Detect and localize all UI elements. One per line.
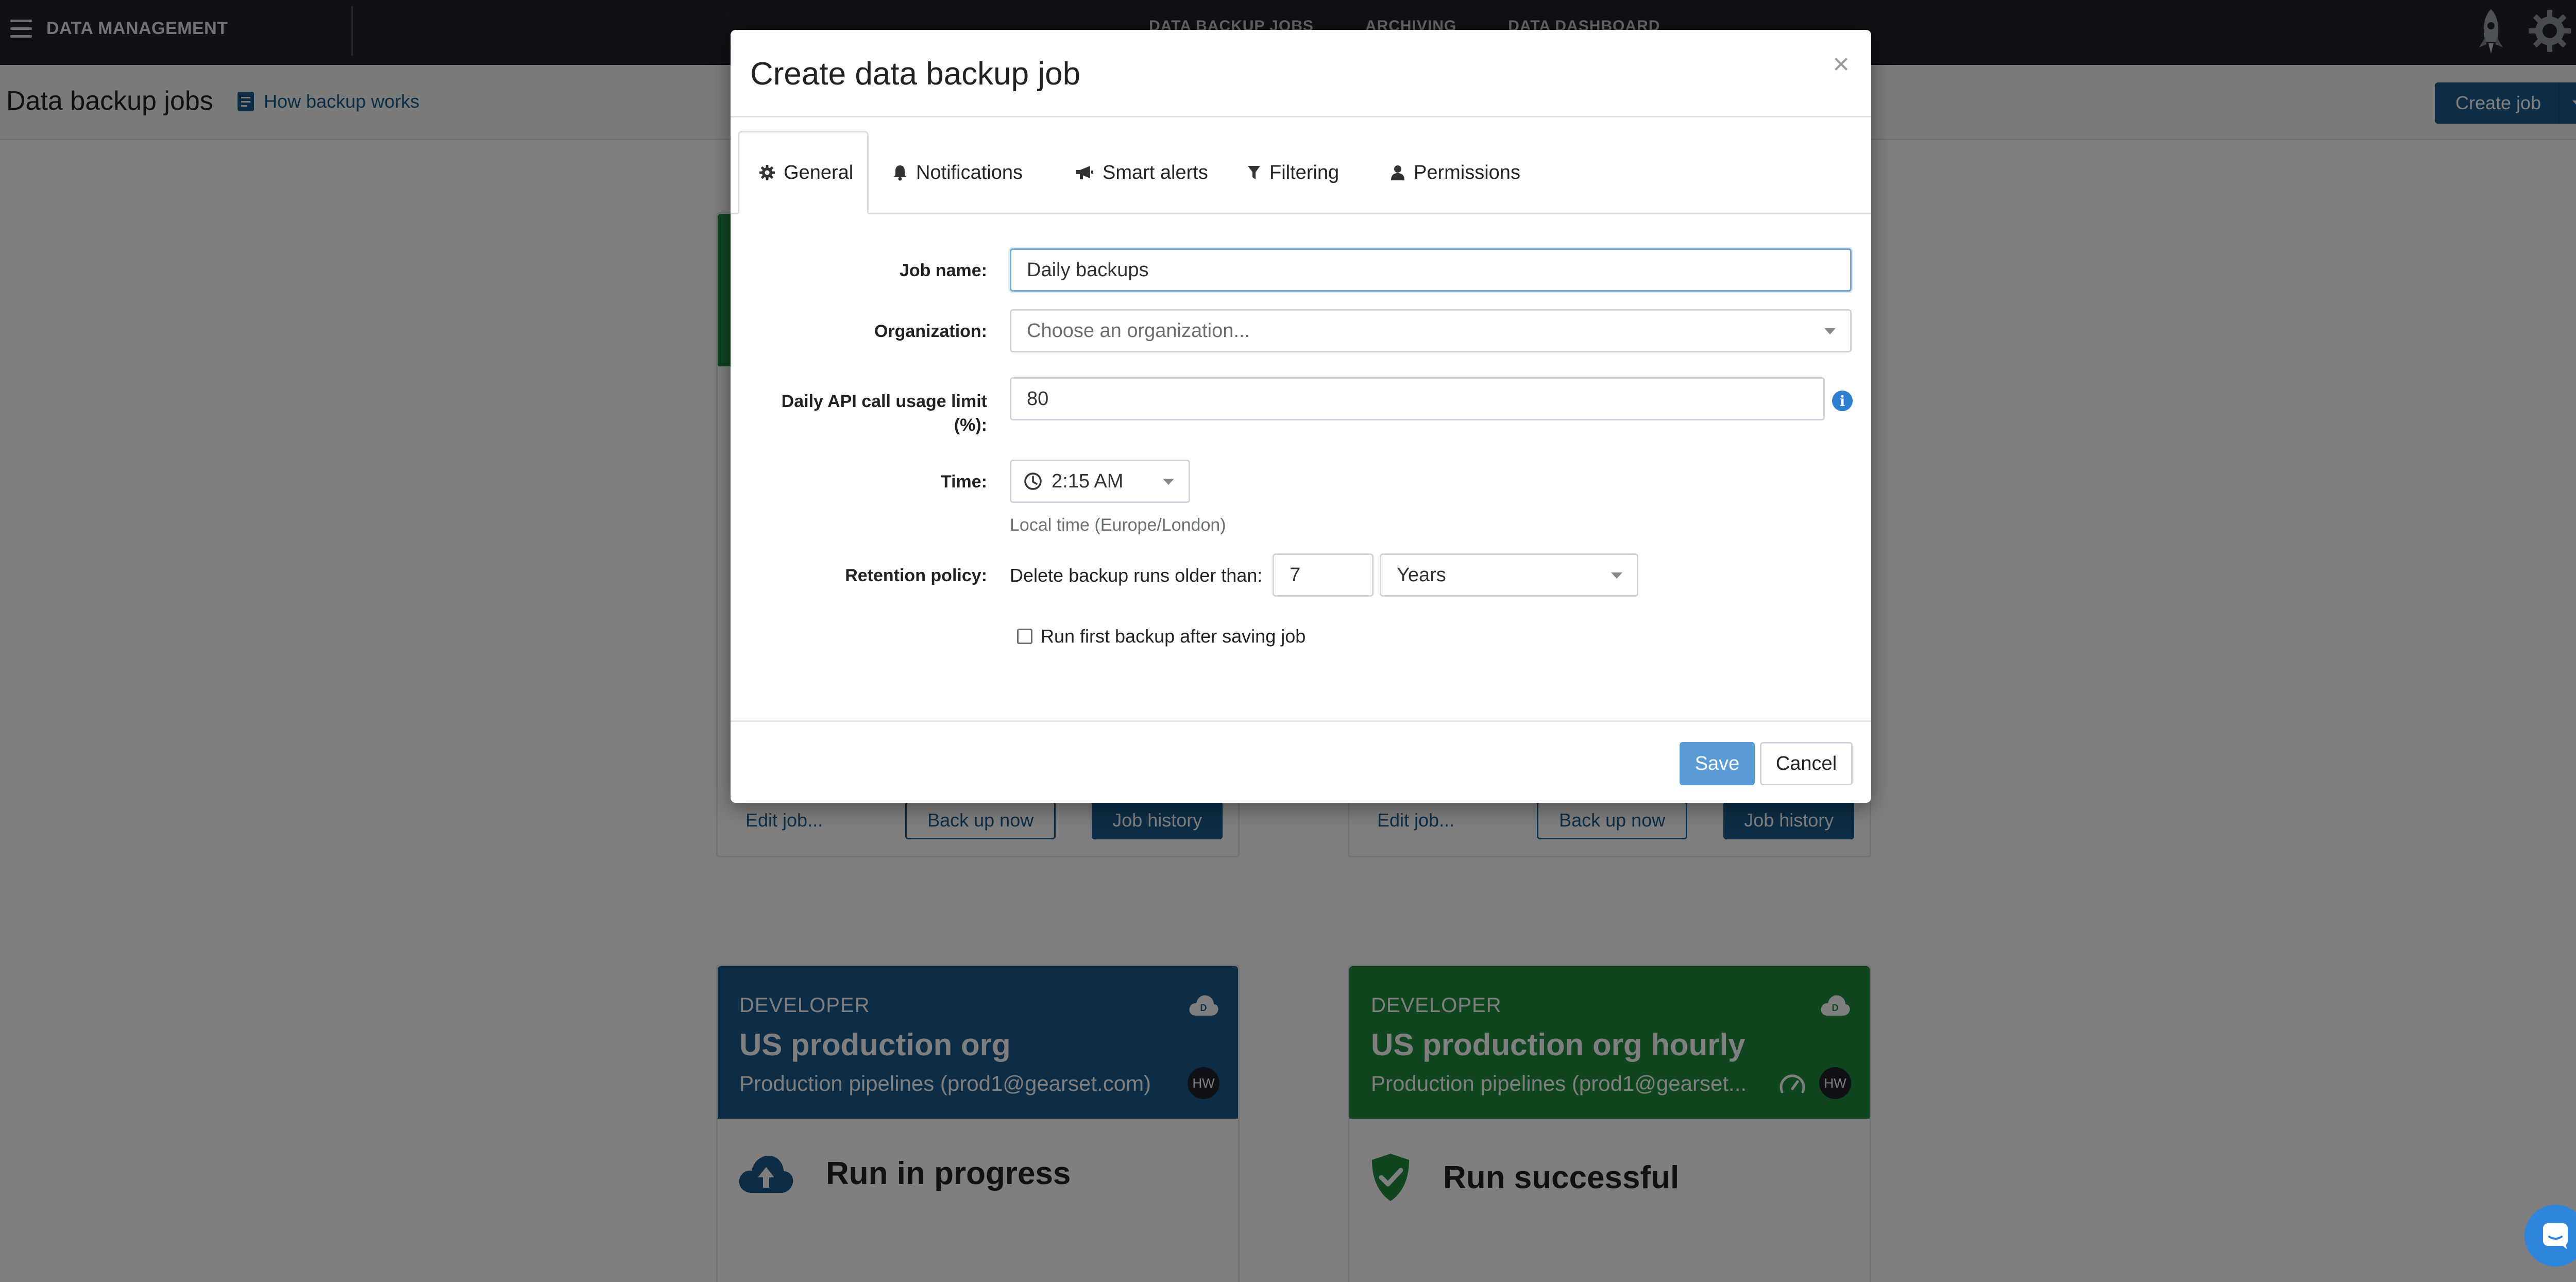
tab-general-label: General xyxy=(784,161,854,183)
time-help-text: Local time (Europe/London) xyxy=(1010,515,1226,535)
tab-notifications-label: Notifications xyxy=(916,161,1023,183)
tab-permissions-label: Permissions xyxy=(1414,161,1520,183)
api-limit-input[interactable] xyxy=(1010,377,1825,420)
tab-filtering-label: Filtering xyxy=(1269,161,1340,183)
save-button[interactable]: Save xyxy=(1680,742,1755,785)
organization-select[interactable]: Choose an organization... xyxy=(1010,309,1852,352)
organization-placeholder: Choose an organization... xyxy=(1027,319,1250,342)
modal-tabs: General Notifications Smart alerts Filte… xyxy=(731,131,1871,214)
info-icon[interactable]: i xyxy=(1832,391,1853,411)
chevron-down-icon xyxy=(1163,479,1174,485)
job-name-label: Job name: xyxy=(899,261,987,280)
api-limit-field[interactable] xyxy=(1027,387,1808,410)
tab-smart-alerts-label: Smart alerts xyxy=(1103,161,1208,183)
retention-value-input[interactable] xyxy=(1273,553,1374,597)
retention-text: Delete backup runs older than: xyxy=(1010,565,1263,586)
close-icon[interactable]: × xyxy=(1833,49,1850,78)
api-limit-label: Daily API call usage limit (%): xyxy=(773,390,987,437)
tab-smart-alerts[interactable]: Smart alerts xyxy=(1055,131,1228,214)
api-limit-label-line1: Daily API call usage limit xyxy=(781,392,987,411)
api-limit-label-line2: (%): xyxy=(954,415,987,435)
tab-general[interactable]: General xyxy=(738,131,869,214)
tab-filtering[interactable]: Filtering xyxy=(1227,131,1359,214)
job-name-field[interactable] xyxy=(1027,259,1835,281)
time-picker[interactable]: 2:15 AM xyxy=(1010,460,1190,503)
tab-permissions[interactable]: Permissions xyxy=(1370,131,1540,214)
cancel-button[interactable]: Cancel xyxy=(1760,742,1853,785)
bell-icon xyxy=(893,165,907,181)
organization-label: Organization: xyxy=(874,322,987,341)
gear-icon xyxy=(759,165,775,180)
retention-unit-value: Years xyxy=(1397,564,1446,586)
chevron-down-icon xyxy=(1611,572,1622,579)
chat-icon xyxy=(2543,1223,2568,1249)
time-value: 2:15 AM xyxy=(1052,470,1124,492)
filter-icon xyxy=(1248,166,1260,179)
megaphone-icon xyxy=(1076,166,1093,179)
run-first-backup-label: Run first backup after saving job xyxy=(1041,626,1306,647)
tab-notifications[interactable]: Notifications xyxy=(873,131,1042,214)
clock-icon xyxy=(1024,473,1042,490)
user-icon xyxy=(1391,165,1404,180)
job-name-input[interactable] xyxy=(1010,248,1852,292)
modal-header: Create data backup job × xyxy=(731,30,1871,117)
chevron-down-icon xyxy=(1824,328,1836,334)
retention-label: Retention policy: xyxy=(845,566,987,585)
retention-unit-select[interactable]: Years xyxy=(1380,553,1638,597)
modal-title: Create data backup job xyxy=(750,56,1081,92)
time-label: Time: xyxy=(940,472,987,492)
run-first-backup-row[interactable]: Run first backup after saving job xyxy=(1017,626,1306,647)
run-first-backup-checkbox[interactable] xyxy=(1017,629,1032,644)
retention-value-field[interactable] xyxy=(1290,564,1357,586)
